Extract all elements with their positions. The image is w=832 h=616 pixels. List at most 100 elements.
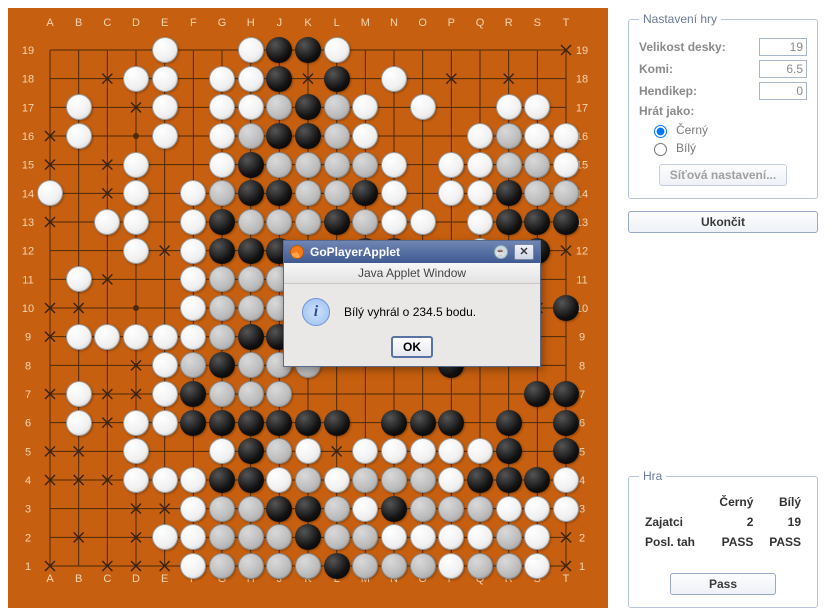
white-stone[interactable] (381, 209, 407, 235)
white-stone[interactable] (410, 524, 436, 550)
white-stone[interactable] (66, 324, 92, 350)
black-stone[interactable] (266, 496, 292, 522)
white-stone[interactable] (324, 37, 350, 63)
black-stone[interactable] (324, 66, 350, 92)
gray-stone[interactable] (438, 496, 464, 522)
white-stone[interactable] (152, 94, 178, 120)
white-stone[interactable] (410, 438, 436, 464)
gray-stone[interactable] (209, 381, 235, 407)
white-stone[interactable] (238, 94, 264, 120)
black-stone[interactable] (238, 152, 264, 178)
gray-stone[interactable] (238, 496, 264, 522)
quit-button[interactable]: Ukončit (628, 211, 818, 233)
white-stone[interactable] (152, 467, 178, 493)
black-stone[interactable] (553, 209, 579, 235)
black-stone[interactable] (324, 410, 350, 436)
white-stone[interactable] (123, 238, 149, 264)
ok-button[interactable]: OK (391, 336, 433, 358)
gray-stone[interactable] (410, 467, 436, 493)
gray-stone[interactable] (352, 152, 378, 178)
white-stone[interactable] (180, 238, 206, 264)
close-icon[interactable]: ✕ (514, 244, 534, 260)
white-stone[interactable] (496, 94, 522, 120)
gray-stone[interactable] (496, 524, 522, 550)
gray-stone[interactable] (324, 180, 350, 206)
black-stone[interactable] (238, 180, 264, 206)
white-stone[interactable] (152, 524, 178, 550)
white-stone[interactable] (66, 123, 92, 149)
white-stone[interactable] (238, 66, 264, 92)
black-stone[interactable] (381, 496, 407, 522)
gray-stone[interactable] (324, 152, 350, 178)
black-stone[interactable] (553, 410, 579, 436)
black-stone[interactable] (180, 410, 206, 436)
black-stone[interactable] (295, 123, 321, 149)
black-stone[interactable] (266, 410, 292, 436)
gray-stone[interactable] (238, 352, 264, 378)
white-stone[interactable] (152, 352, 178, 378)
gray-stone[interactable] (496, 123, 522, 149)
gray-stone[interactable] (381, 467, 407, 493)
black-stone[interactable] (324, 553, 350, 579)
gray-stone[interactable] (209, 295, 235, 321)
black-stone[interactable] (295, 496, 321, 522)
black-stone[interactable] (496, 180, 522, 206)
gray-stone[interactable] (266, 152, 292, 178)
white-stone[interactable] (467, 152, 493, 178)
black-stone[interactable] (381, 410, 407, 436)
black-stone[interactable] (438, 410, 464, 436)
gray-stone[interactable] (238, 123, 264, 149)
gray-stone[interactable] (238, 524, 264, 550)
white-stone[interactable] (123, 209, 149, 235)
black-stone[interactable] (496, 438, 522, 464)
white-stone[interactable] (123, 66, 149, 92)
komi-input[interactable] (759, 60, 807, 78)
white-stone[interactable] (94, 324, 120, 350)
white-stone[interactable] (123, 152, 149, 178)
black-stone[interactable] (238, 410, 264, 436)
white-stone[interactable] (209, 123, 235, 149)
gray-stone[interactable] (324, 496, 350, 522)
white-stone[interactable] (467, 209, 493, 235)
white-stone[interactable] (152, 123, 178, 149)
white-stone[interactable] (410, 94, 436, 120)
white-stone[interactable] (553, 467, 579, 493)
gray-stone[interactable] (324, 94, 350, 120)
black-stone[interactable] (410, 410, 436, 436)
gray-stone[interactable] (410, 496, 436, 522)
white-stone[interactable] (209, 66, 235, 92)
black-stone[interactable] (496, 209, 522, 235)
gray-stone[interactable] (295, 152, 321, 178)
gray-stone[interactable] (467, 496, 493, 522)
black-stone[interactable] (467, 467, 493, 493)
gray-stone[interactable] (467, 553, 493, 579)
gray-stone[interactable] (496, 553, 522, 579)
black-stone[interactable] (238, 238, 264, 264)
white-stone[interactable] (553, 152, 579, 178)
white-stone[interactable] (324, 467, 350, 493)
gray-stone[interactable] (524, 152, 550, 178)
white-stone[interactable] (496, 496, 522, 522)
white-stone[interactable] (438, 152, 464, 178)
board-size-input[interactable] (759, 38, 807, 56)
white-stone[interactable] (410, 209, 436, 235)
black-stone[interactable] (209, 467, 235, 493)
gray-stone[interactable] (209, 553, 235, 579)
black-stone[interactable] (496, 410, 522, 436)
white-stone[interactable] (467, 123, 493, 149)
black-stone[interactable] (209, 410, 235, 436)
gray-stone[interactable] (209, 496, 235, 522)
gray-stone[interactable] (295, 209, 321, 235)
gray-stone[interactable] (238, 381, 264, 407)
white-stone[interactable] (152, 66, 178, 92)
gray-stone[interactable] (324, 123, 350, 149)
white-stone[interactable] (180, 324, 206, 350)
black-stone[interactable] (496, 467, 522, 493)
pass-button[interactable]: Pass (670, 573, 776, 595)
black-stone[interactable] (209, 209, 235, 235)
gray-stone[interactable] (496, 152, 522, 178)
gray-stone[interactable] (295, 467, 321, 493)
white-stone[interactable] (381, 66, 407, 92)
white-stone[interactable] (123, 467, 149, 493)
black-stone[interactable] (238, 324, 264, 350)
